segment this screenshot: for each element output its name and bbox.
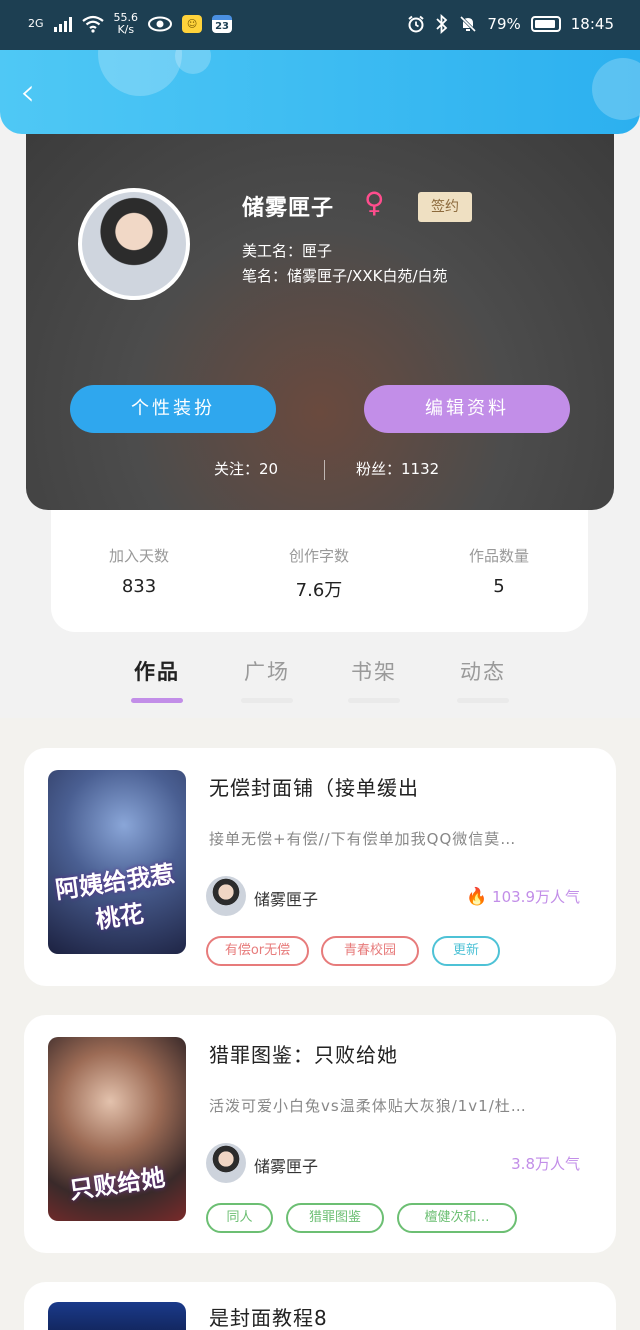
pen-name: 笔名：储雾匣子/XXK白苑/白苑 [242,267,448,285]
calendar-icon: 23 [212,15,233,33]
flame-icon: 🔥 [466,887,488,907]
battery-icon [530,16,561,32]
work-description: 活泼可爱小白兔vs温柔体贴大灰狼/1v1/杜… [209,1097,527,1115]
author-avatar [206,876,246,916]
clock-time: 18:45 [570,15,614,33]
author-name: 储雾匣子 [254,890,319,909]
stats-panel: 加入天数 833 创作字数 7.6万 作品数量 5 [51,505,588,632]
work-title[interactable]: 无偿封面铺（接单缓出 [209,772,419,801]
tab-bookshelf[interactable]: 书架 [334,656,414,686]
status-bar: 2G 55.6 K/s ☺ 23 79% 18:45 [0,0,640,50]
popularity: 🔥 103.9万人气 [466,887,580,907]
user-name: 储雾匣子 [242,196,335,221]
signed-badge: 签约 [418,192,472,222]
tag[interactable]: 有偿or无偿 [206,936,309,966]
mute-icon [460,15,477,33]
work-description: 接单无偿+有偿//下有偿单加我QQ微信莫… [209,830,517,848]
work-cover[interactable]: 只败给她 [48,1037,186,1221]
fans-count[interactable]: 粉丝：1132 [356,458,439,479]
popularity: 3.8万人气 [511,1155,580,1173]
alarm-icon [408,15,425,33]
divider [324,460,325,480]
follow-stats: 关注：20 粉丝：1132 [26,458,614,484]
stat-join-days: 加入天数 833 [108,547,169,597]
tab-activity[interactable]: 动态 [443,656,523,686]
tag[interactable]: 檀健次和… [397,1203,517,1233]
work-title[interactable]: 猎罪图鉴：只败给她 [209,1039,398,1068]
work-card[interactable]: 阿姨给我惹桃花 无偿封面铺（接单缓出 接单无偿+有偿//下有偿单加我QQ微信莫…… [24,748,616,986]
edit-profile-button[interactable]: 编辑资料 [364,385,570,433]
work-title[interactable]: 是封面教程8 [209,1302,328,1330]
profile-card: 储雾匣子 ♀ 签约 美工名：匣子 笔名：储雾匣子/XXK白苑/白苑 个性装扮 编… [26,120,614,510]
dress-up-button[interactable]: 个性装扮 [70,385,276,433]
tag[interactable]: 同人 [206,1203,273,1233]
stat-works-count: 作品数量 5 [468,547,529,597]
tag[interactable]: 青春校园 [321,936,419,966]
network-type: 2G [28,17,44,30]
eye-icon [148,16,173,32]
app-notification-icon: ☺ [182,15,203,33]
chevron-left-icon[interactable]: ‹ [20,72,56,112]
wifi-icon [81,15,104,33]
work-cover[interactable]: 阿姨给我惹桃花 [48,770,186,954]
following-count[interactable]: 关注：20 [214,458,278,479]
tag[interactable]: 猎罪图鉴 [286,1203,384,1233]
network-speed: 55.6 K/s [113,11,139,36]
battery-percent: 79% [487,15,521,33]
tab-indicator [131,698,183,703]
bluetooth-icon [436,14,448,34]
work-cover[interactable] [48,1302,186,1330]
artist-name: 美工名：匣子 [242,242,333,260]
female-icon: ♀ [364,186,385,219]
tab-square[interactable]: 广场 [227,656,307,686]
header-bar: ‹ [0,50,640,134]
stat-word-count: 创作字数 7.6万 [288,547,349,601]
work-card[interactable]: 只败给她 猎罪图鉴：只败给她 活泼可爱小白兔vs温柔体贴大灰狼/1v1/杜… 储… [24,1015,616,1253]
tab-bar: 作品 广场 书架 动态 [0,640,640,720]
author-name: 储雾匣子 [254,1157,319,1176]
tab-works[interactable]: 作品 [117,656,197,686]
avatar[interactable] [78,188,190,300]
signal-icon [53,16,72,32]
author-avatar [206,1143,246,1183]
work-card[interactable]: 是封面教程8 [24,1282,616,1330]
tag[interactable]: 更新 [432,936,500,966]
